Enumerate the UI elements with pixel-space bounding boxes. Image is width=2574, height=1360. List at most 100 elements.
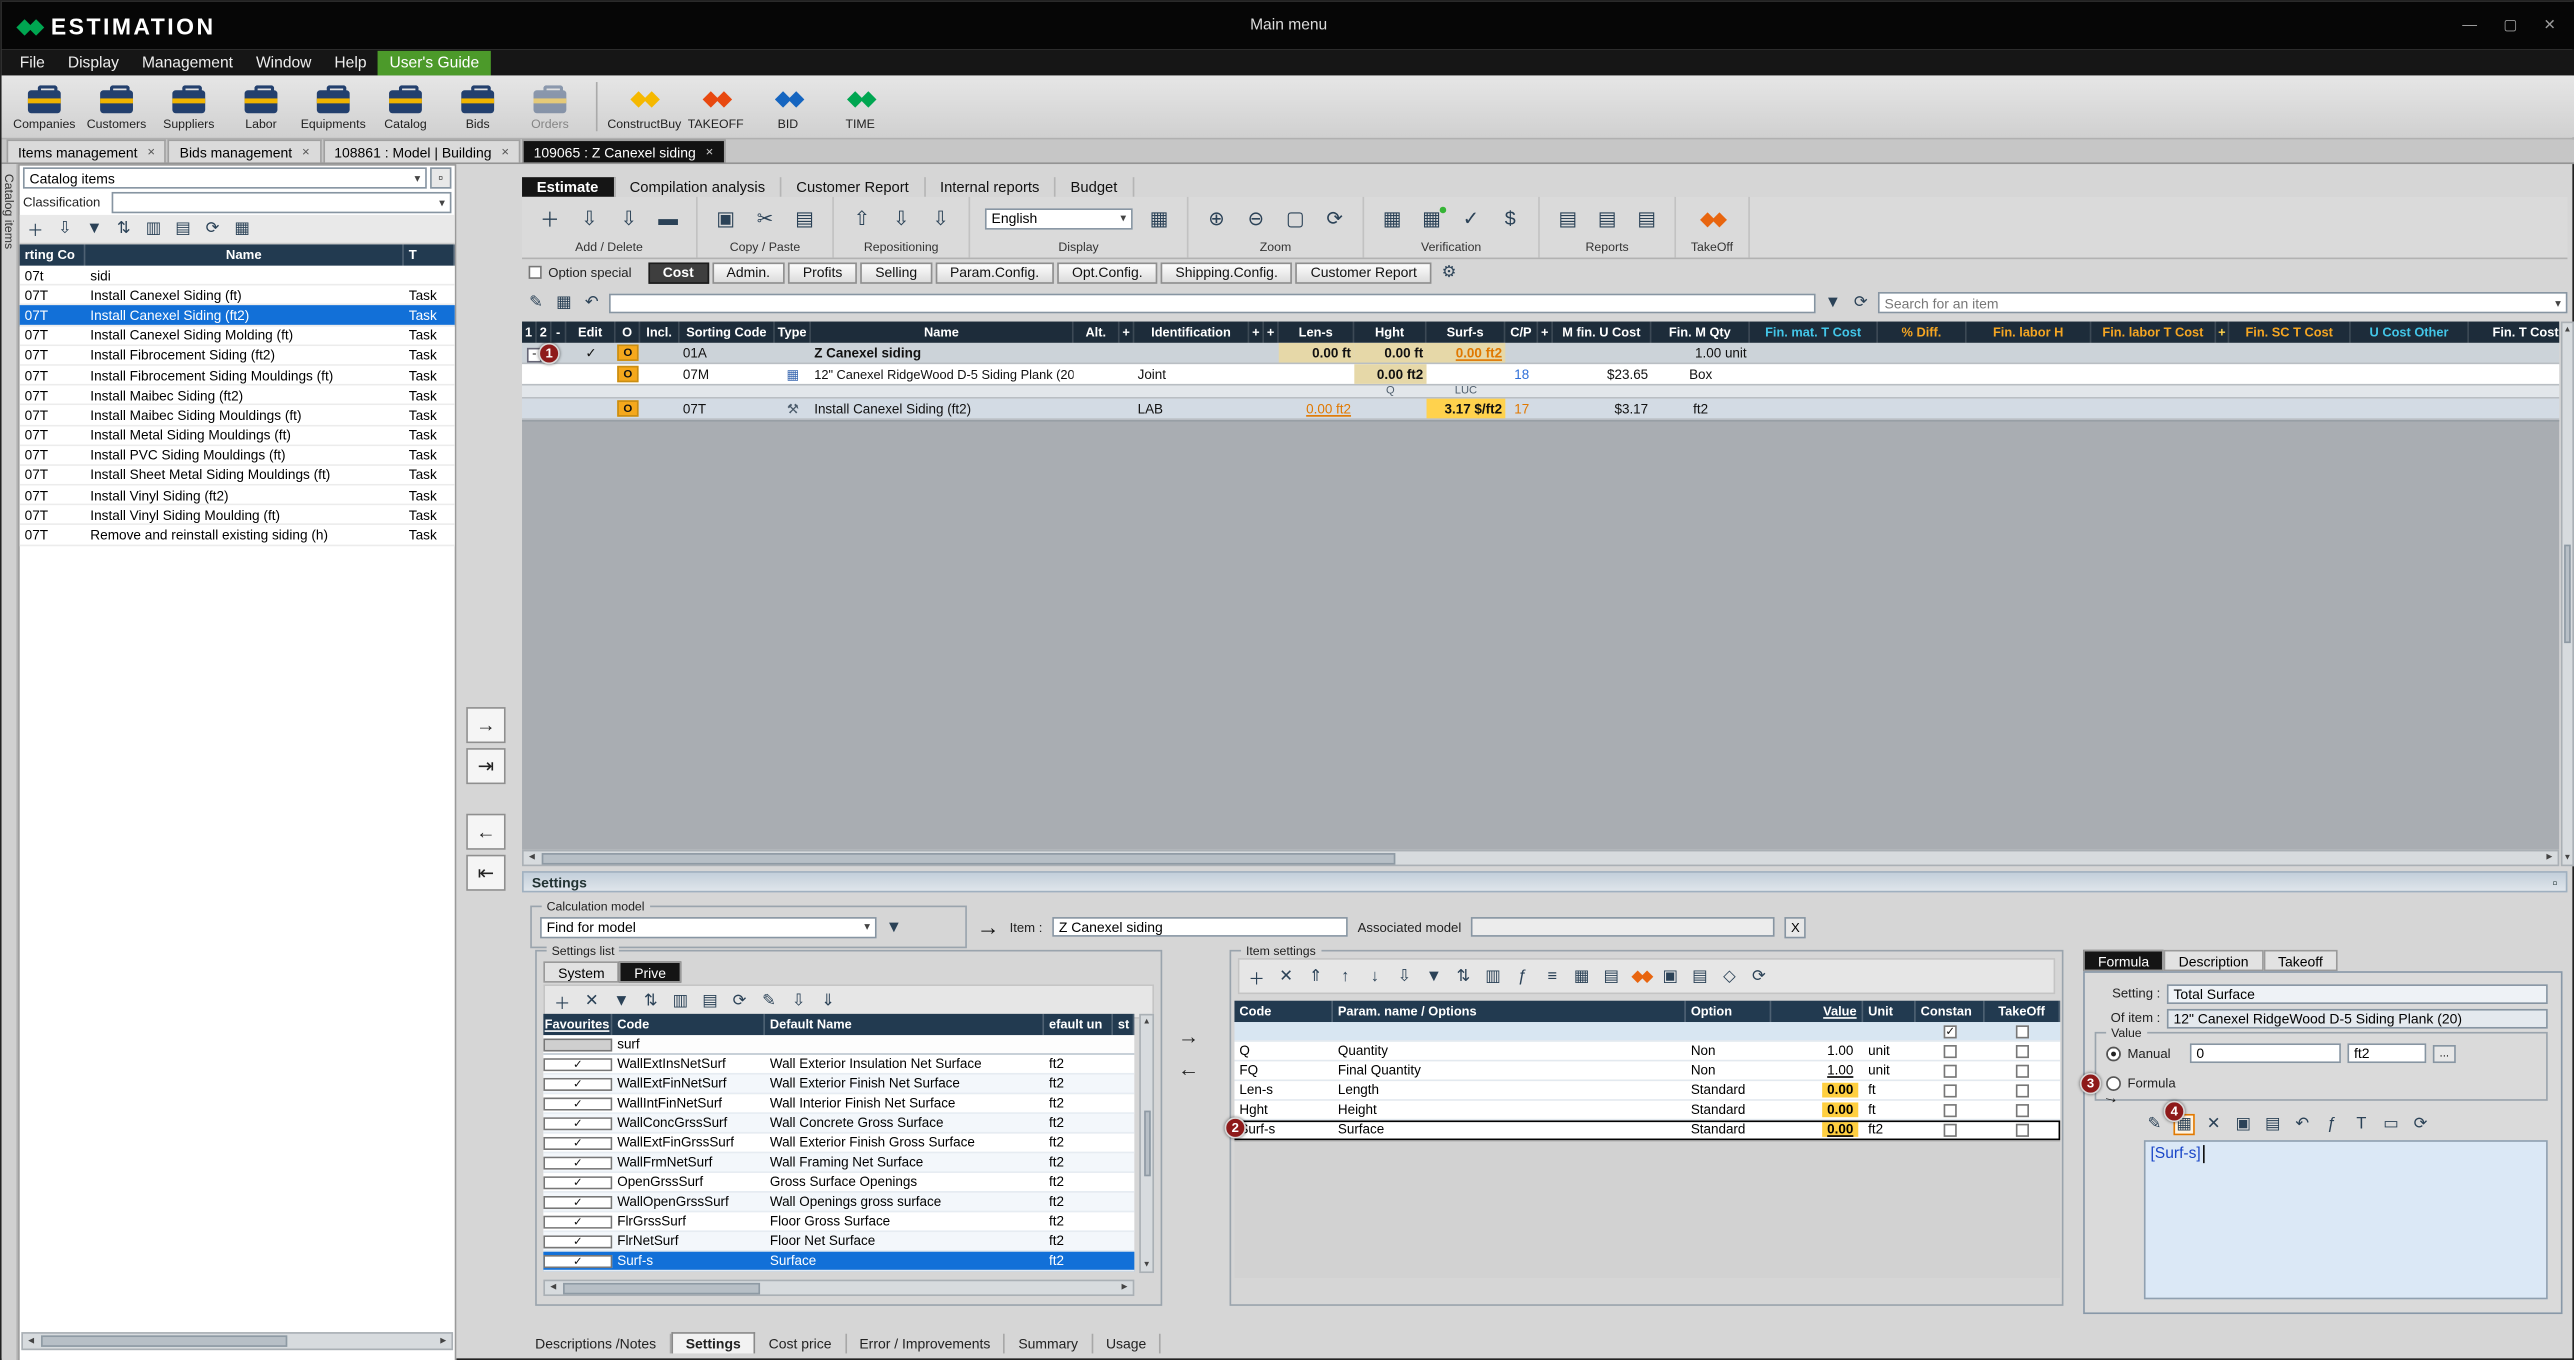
catalog-side-strip[interactable]: Catalog items — [2, 164, 18, 1360]
scroll-up-icon[interactable]: ▲ — [2563, 325, 2571, 335]
grid-header-cell[interactable]: Fin. labor H — [1967, 322, 2092, 343]
item-settings-row[interactable]: Hght Height Standard 0.00 ft — [1234, 1101, 2060, 1121]
favourite-checkbox[interactable]: ✓ — [543, 1136, 612, 1149]
import-icon[interactable]: ⇩ — [54, 218, 75, 239]
option-flag[interactable]: O — [617, 366, 638, 382]
settings-list-header-cell[interactable]: Code — [612, 1014, 765, 1035]
scroll-thumb[interactable] — [563, 1282, 760, 1293]
item-name-cell[interactable]: 12" Canexel RidgeWood D-5 Siding Plank (… — [811, 364, 1074, 384]
move-left-all-button[interactable]: ⇤ — [466, 855, 505, 891]
favourite-checkbox[interactable]: ✓ — [543, 1215, 612, 1228]
app-toolbar-brand[interactable]: ◆◆ TAKEOFF — [680, 83, 752, 131]
item-settings-header-cell[interactable]: Option — [1686, 1001, 1771, 1022]
undo-icon[interactable]: ↶ — [2292, 1114, 2313, 1135]
delete-icon[interactable]: ⇩ — [616, 208, 642, 229]
scroll-thumb[interactable] — [2564, 545, 2571, 643]
app-toolbar-item[interactable]: Bids — [442, 83, 514, 131]
item-settings-header-cell[interactable]: Value — [1771, 1001, 1863, 1022]
grid-header-cell[interactable]: + — [1538, 322, 1553, 343]
item-settings-header-cell[interactable]: Unit — [1863, 1001, 1916, 1022]
clear-model-button[interactable]: X — [1785, 916, 1806, 937]
settings-list-header-cell[interactable]: Default Name — [765, 1014, 1044, 1035]
grid-header-cell[interactable]: Incl. — [640, 322, 679, 343]
settings-list-header-cell[interactable]: st — [1113, 1014, 1134, 1035]
formula-panel-tab[interactable]: Description — [2164, 950, 2263, 971]
favourite-checkbox[interactable]: ✓ — [543, 1097, 612, 1110]
favourite-checkbox[interactable]: ✓ — [543, 1254, 612, 1267]
grid-header-cell[interactable]: Identification — [1134, 322, 1249, 343]
grid-header-cell[interactable]: U Cost Other — [2351, 322, 2469, 343]
param-value[interactable]: 0.00 — [1822, 1083, 1858, 1098]
grid-header-cell[interactable]: Edit — [566, 322, 615, 343]
zoom-in-icon[interactable]: ⊕ — [1203, 208, 1229, 229]
bottom-tab[interactable]: Settings — [671, 1332, 756, 1353]
settings-list-row[interactable]: ✓ WallIntFinNetSurf Wall Interior Finish… — [543, 1094, 1134, 1114]
app-toolbar-item[interactable]: Customers — [80, 83, 152, 131]
scroll-right-icon[interactable]: ► — [435, 1336, 451, 1346]
filter-icon[interactable]: ▼ — [1423, 966, 1444, 987]
scroll-left-icon[interactable]: ◄ — [524, 853, 540, 863]
surf-s-cell[interactable]: 3.17 $/ft2 — [1427, 399, 1506, 419]
unit-picker-button[interactable]: ... — [2433, 1044, 2456, 1062]
hght-cell[interactable]: 0.00 ft2 — [1354, 364, 1426, 384]
config-tab-button[interactable]: Admin. — [712, 262, 785, 283]
estimate-tab[interactable]: Budget — [1056, 177, 1134, 197]
param-value[interactable]: 1.00 — [1822, 1063, 1858, 1078]
grid-header-cell[interactable]: M fin. U Cost — [1553, 322, 1651, 343]
catalog-row[interactable]: 07T Install Fibrocement Siding Mouldings… — [20, 366, 455, 386]
takeoff-checkbox[interactable] — [2016, 1025, 2029, 1038]
settings-filter-input[interactable]: surf — [612, 1037, 765, 1052]
grid-header-cell[interactable]: + — [1249, 322, 1264, 343]
grid-header-cell[interactable]: % Diff. — [1878, 322, 1967, 343]
grid-header-cell[interactable]: Fin. mat. T Cost — [1750, 322, 1878, 343]
scroll-left-icon[interactable]: ◄ — [545, 1283, 561, 1293]
settings-list-row[interactable]: ✓ FlrGrssSurf Floor Gross Surface ft2 — [543, 1212, 1134, 1232]
menu-item[interactable]: Display — [56, 50, 130, 75]
option-flag[interactable]: O — [617, 400, 638, 416]
calendar-icon[interactable]: ▦ — [1571, 966, 1592, 987]
paste-icon[interactable]: ▤ — [1689, 966, 1710, 987]
app-toolbar-brand[interactable]: ◆◆ BID — [752, 83, 824, 131]
grid-header-cell[interactable]: C/P — [1505, 322, 1538, 343]
bottom-tab[interactable]: Descriptions /Notes — [522, 1334, 671, 1354]
close-tab-icon[interactable]: × — [302, 144, 310, 159]
filter-icon[interactable]: ▼ — [84, 218, 105, 239]
function-icon[interactable]: ƒ — [2321, 1114, 2342, 1135]
settings-list-row[interactable]: ✓ WallFrmNetSurf Wall Framing Net Surfac… — [543, 1153, 1134, 1173]
move-left-button[interactable]: ← — [466, 814, 505, 850]
cut-icon[interactable]: ✂ — [752, 208, 778, 229]
tag-icon[interactable]: ◇ — [1719, 966, 1740, 987]
catalog-row[interactable]: 07T Install Vinyl Siding (ft2) Task — [20, 486, 455, 506]
item-field[interactable]: Z Canexel siding — [1052, 917, 1347, 937]
catalog-row[interactable]: 07T Install Canexel Siding (ft) Task — [20, 286, 455, 306]
catalog-hscrollbar[interactable]: ◄ ► — [21, 1332, 453, 1350]
item-settings-header-cell[interactable]: TakeOff — [1985, 1001, 2061, 1022]
edit-formula-icon[interactable]: ✎ — [2144, 1114, 2165, 1135]
grid-header-cell[interactable]: + — [1264, 322, 1279, 343]
cp-cell[interactable]: 18 — [1505, 364, 1538, 384]
catalog-row[interactable]: 07T Install Vinyl Siding Moulding (ft) T… — [20, 506, 455, 526]
catalog-row[interactable]: 07T Install Sheet Metal Siding Mouldings… — [20, 466, 455, 486]
download-icon[interactable]: ⇓ — [818, 991, 839, 1012]
catalog-row[interactable]: 07T Install Metal Siding Mouldings (ft) … — [20, 426, 455, 446]
catalog-row[interactable]: 07T Install Canexel Siding Molding (ft) … — [20, 326, 455, 346]
filter-grid-icon[interactable]: ▼ — [1822, 292, 1843, 313]
settings-list-row[interactable]: ✓ WallOpenGrssSurf Wall Openings gross s… — [543, 1193, 1134, 1213]
insert-icon[interactable]: ⇩ — [576, 208, 602, 229]
constant-checkbox[interactable]: ✓ — [1944, 1025, 1957, 1038]
favourite-checkbox[interactable]: ✓ — [543, 1195, 612, 1208]
grid-row-material[interactable]: O 07M ▦ 12" Canexel RidgeWood D-5 Siding… — [522, 364, 2559, 385]
catalog-row[interactable]: 07T Install Fibrocement Siding (ft2) Tas… — [20, 346, 455, 366]
app-toolbar-brand[interactable]: ◆◆ ConstructBuy — [607, 83, 679, 131]
config-tab-button[interactable]: Opt.Config. — [1057, 262, 1157, 283]
formula-editor[interactable]: [Surf-s] — [2144, 1140, 2548, 1299]
option-flag[interactable]: O — [617, 345, 638, 361]
add-param-icon[interactable]: ＋ — [1246, 966, 1267, 987]
scroll-thumb[interactable] — [542, 852, 1396, 863]
find-model-combo[interactable]: Find for model — [540, 916, 877, 937]
settings-list-row[interactable]: ✓ OpenGrssSurf Gross Surface Openings ft… — [543, 1173, 1134, 1193]
constant-checkbox[interactable] — [1944, 1084, 1957, 1097]
scroll-up-icon[interactable]: ▲ — [1143, 1017, 1151, 1027]
item-formula-input[interactable] — [609, 293, 1816, 313]
app-toolbar-item[interactable]: Suppliers — [153, 83, 225, 131]
